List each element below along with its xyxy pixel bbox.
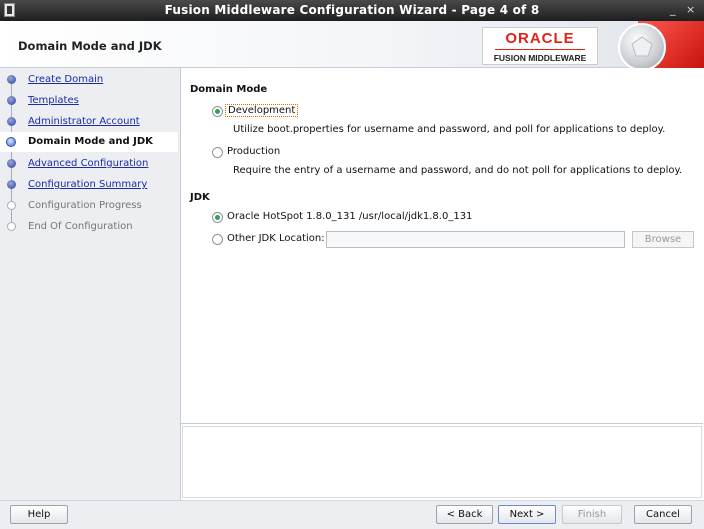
message-area <box>182 426 702 498</box>
browse-button[interactable]: Browse <box>632 231 694 248</box>
minimize-button[interactable]: _ <box>670 3 676 16</box>
wizard-footer: Help < Back Next > Finish Cancel <box>0 500 704 529</box>
page-title: Domain Mode and JDK <box>18 39 162 53</box>
development-description: Utilize boot.properties for username and… <box>233 124 666 135</box>
jdk-heading: JDK <box>190 192 210 203</box>
back-button[interactable]: < Back <box>436 505 493 524</box>
main-panel: Domain Mode Development Utilize boot.pro… <box>180 68 704 500</box>
step-label[interactable]: Administrator Account <box>28 116 140 127</box>
step-label: Configuration Progress <box>28 200 142 211</box>
step-label[interactable]: Configuration Summary <box>28 179 147 190</box>
step-label[interactable]: Templates <box>28 95 79 106</box>
step-done-icon <box>7 117 16 126</box>
step-configuration-progress: Configuration Progress <box>0 196 178 216</box>
step-pending-icon <box>7 222 16 231</box>
finish-button: Finish <box>562 505 622 524</box>
message-pane <box>181 423 703 499</box>
other-jdk-label[interactable]: Other JDK Location: <box>227 233 325 244</box>
step-label: End Of Configuration <box>28 221 133 232</box>
step-templates[interactable]: Templates <box>0 91 178 111</box>
step-current-icon <box>6 137 16 147</box>
oracle-divider <box>495 49 585 50</box>
production-label[interactable]: Production <box>227 146 280 157</box>
oracle-logo: ORACLE FUSION MIDDLEWARE <box>482 27 598 65</box>
next-button[interactable]: Next > <box>498 505 556 524</box>
header-graphic <box>604 21 704 68</box>
cancel-button[interactable]: Cancel <box>634 505 692 524</box>
step-end-of-configuration: End Of Configuration <box>0 217 178 237</box>
step-create-domain[interactable]: Create Domain <box>0 70 178 90</box>
wizard-header: Domain Mode and JDK ORACLE FUSION MIDDLE… <box>0 21 704 68</box>
step-done-icon <box>7 75 16 84</box>
close-button[interactable]: × <box>686 3 695 16</box>
step-done-icon <box>7 96 16 105</box>
development-radio[interactable] <box>212 106 223 117</box>
production-description: Require the entry of a username and pass… <box>233 165 683 176</box>
step-done-icon <box>7 180 16 189</box>
other-jdk-location-input[interactable] <box>326 231 625 248</box>
help-button[interactable]: Help <box>10 505 68 524</box>
window-title: Fusion Middleware Configuration Wizard -… <box>164 3 540 17</box>
domain-mode-heading: Domain Mode <box>190 84 268 95</box>
step-done-icon <box>7 159 16 168</box>
oracle-hotspot-radio[interactable] <box>212 212 223 223</box>
step-configuration-summary[interactable]: Configuration Summary <box>0 175 178 195</box>
step-advanced-configuration[interactable]: Advanced Configuration <box>0 154 178 174</box>
oracle-wordmark: ORACLE <box>505 30 575 47</box>
step-label: Domain Mode and JDK <box>28 136 153 147</box>
step-administrator-account[interactable]: Administrator Account <box>0 112 178 132</box>
production-radio[interactable] <box>212 147 223 158</box>
header-disc-icon <box>618 23 666 68</box>
step-domain-mode-and-jdk[interactable]: Domain Mode and JDK <box>0 132 178 152</box>
steps-sidebar: Create Domain Templates Administrator Ac… <box>0 68 178 500</box>
step-label[interactable]: Create Domain <box>28 74 103 85</box>
step-pending-icon <box>7 201 16 210</box>
other-jdk-radio[interactable] <box>212 234 223 245</box>
oracle-subtitle: FUSION MIDDLEWARE <box>493 53 587 63</box>
oracle-hotspot-label[interactable]: Oracle HotSpot 1.8.0_131 /usr/local/jdk1… <box>227 211 472 222</box>
step-label[interactable]: Advanced Configuration <box>28 158 148 169</box>
pentagon-icon <box>631 36 653 57</box>
window-titlebar: Fusion Middleware Configuration Wizard -… <box>0 0 704 21</box>
development-label[interactable]: Development <box>225 104 299 117</box>
